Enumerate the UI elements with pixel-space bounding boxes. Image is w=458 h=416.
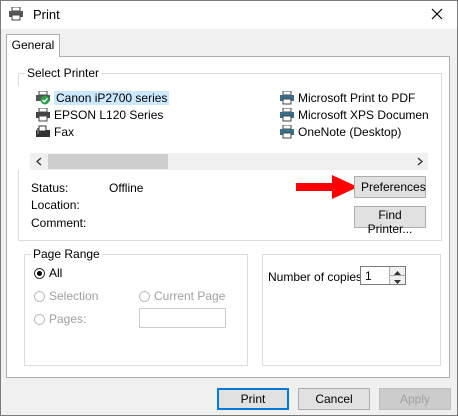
comment-label: Comment: xyxy=(31,216,87,230)
radio-all-button[interactable] xyxy=(34,267,45,279)
radio-pages-label: Pages: xyxy=(49,312,87,326)
find-printer-button[interactable]: Find Printer... xyxy=(354,206,426,236)
printer-icon xyxy=(279,124,295,139)
radio-selection[interactable]: Selection xyxy=(34,289,98,303)
copies-spinner[interactable]: 1 xyxy=(360,266,406,285)
radio-pages-button[interactable] xyxy=(34,313,45,325)
copies-label: Number of copies: xyxy=(268,270,366,284)
printer-name: Microsoft Print to PDF xyxy=(298,91,416,105)
print-button[interactable]: Print xyxy=(217,388,289,410)
status-label: Status: xyxy=(31,181,69,195)
radio-selection-label: Selection xyxy=(49,289,99,303)
printer-name: EPSON L120 Series xyxy=(54,108,164,122)
page-range-label: Page Range xyxy=(31,247,102,261)
printer-name: Fax xyxy=(54,125,75,139)
radio-current-page[interactable]: Current Page xyxy=(139,289,225,303)
radio-current-page-button[interactable] xyxy=(139,290,150,302)
apply-button[interactable]: Apply xyxy=(379,388,451,410)
chevron-left-icon xyxy=(35,155,42,169)
radio-pages[interactable]: Pages: xyxy=(34,312,86,326)
printer-name: Canon iP2700 series xyxy=(54,91,170,105)
status-value: Offline xyxy=(109,181,144,195)
tab-general[interactable]: General xyxy=(6,34,60,57)
select-printer-label: Select Printer xyxy=(25,66,102,80)
scroll-left-arrow[interactable] xyxy=(30,153,47,170)
window-title: Print xyxy=(33,7,60,22)
scroll-right-arrow[interactable] xyxy=(411,153,428,170)
pages-input[interactable] xyxy=(139,308,226,328)
preferences-button[interactable]: Preferences xyxy=(354,176,426,198)
radio-selection-button[interactable] xyxy=(34,290,45,302)
printer-item-onenote[interactable]: OneNote (Desktop) xyxy=(279,124,401,140)
fax-icon xyxy=(35,125,51,139)
annotation-arrow xyxy=(296,175,358,199)
radio-current-page-label: Current Page xyxy=(154,289,226,303)
scroll-thumb[interactable] xyxy=(48,154,168,169)
radio-all-label: All xyxy=(49,266,63,280)
printer-list-scrollbar[interactable] xyxy=(30,153,428,170)
printer-item-ms-pdf[interactable]: Microsoft Print to PDF xyxy=(279,90,415,106)
printer-default-icon xyxy=(35,90,51,105)
chevron-down-icon xyxy=(394,273,401,287)
title-bar: Print xyxy=(1,1,457,29)
radio-all[interactable]: All xyxy=(34,266,62,280)
location-label: Location: xyxy=(31,198,80,212)
printer-name: Microsoft XPS Documen xyxy=(298,108,429,122)
cancel-button[interactable]: Cancel xyxy=(298,388,370,410)
spinner-buttons xyxy=(389,267,405,284)
printer-item-canon[interactable]: Canon iP2700 series xyxy=(35,90,170,106)
chevron-right-icon xyxy=(417,155,423,169)
printer-icon xyxy=(279,107,295,122)
printer-item-fax[interactable]: Fax xyxy=(35,124,74,140)
print-dialog: Print General Select Printer Canon iP270… xyxy=(0,0,458,416)
printer-icon xyxy=(8,6,24,21)
spin-down-button[interactable] xyxy=(390,276,405,284)
printer-icon xyxy=(35,107,51,122)
printer-item-epson[interactable]: EPSON L120 Series xyxy=(35,107,163,123)
close-icon xyxy=(431,8,443,23)
printer-icon xyxy=(279,90,295,105)
copies-value[interactable]: 1 xyxy=(365,269,372,283)
printer-item-ms-xps[interactable]: Microsoft XPS Documen xyxy=(279,107,429,123)
printer-name: OneNote (Desktop) xyxy=(298,125,402,139)
close-button[interactable] xyxy=(417,1,457,29)
